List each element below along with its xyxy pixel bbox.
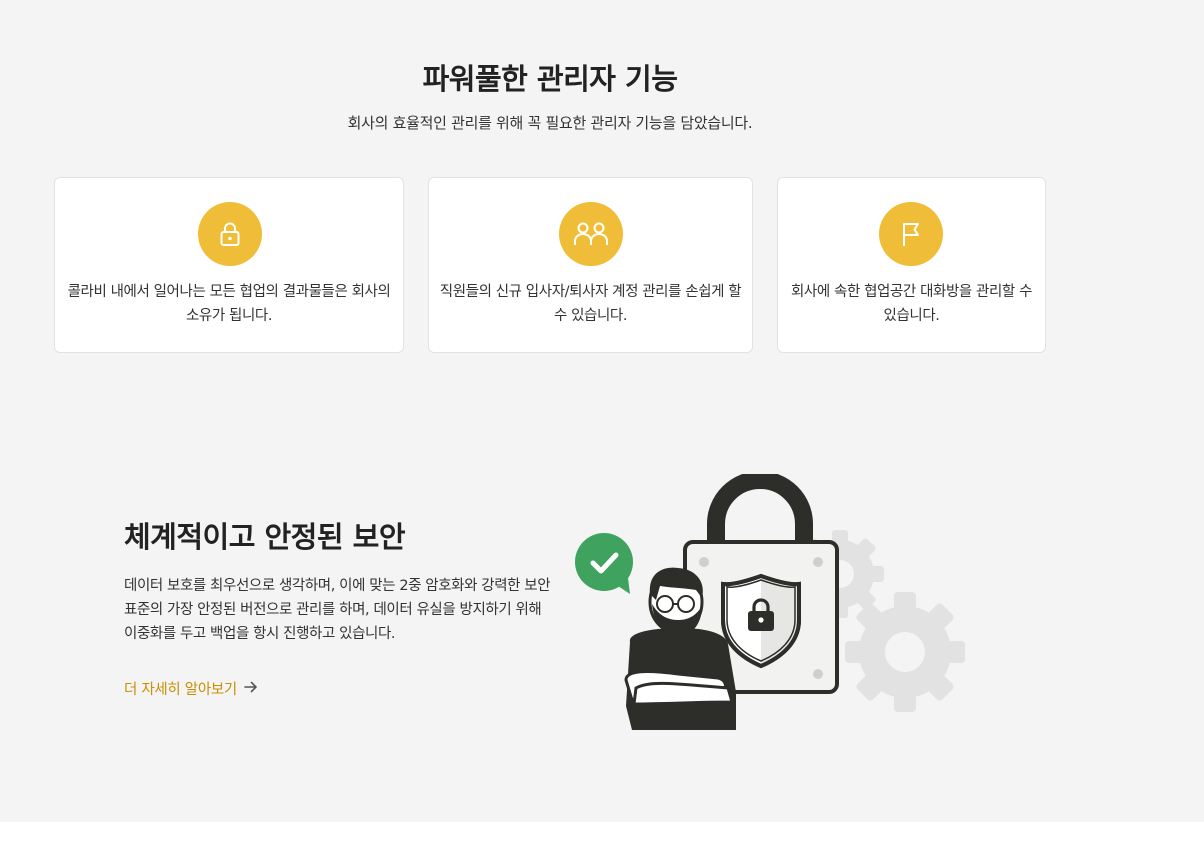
arrow-right-icon bbox=[243, 680, 259, 698]
feature-card-text: 직원들의 신규 입사자/퇴사자 계정 관리를 손쉽게 할 수 있습니다. bbox=[439, 284, 742, 324]
feature-card-text: 회사에 속한 협업공간 대화방을 관리할 수 있습니다. bbox=[790, 284, 1033, 324]
security-description: 데이터 보호를 최우선으로 생각하며, 이에 맞는 2중 암호화와 강력한 보안… bbox=[124, 578, 551, 642]
learn-more-label: 더 자세히 알아보기 bbox=[124, 682, 237, 698]
admin-features-section: 파워풀한 관리자 기능 회사의 효율적인 관리를 위해 꼭 필요한 관리자 기능… bbox=[0, 0, 1204, 822]
check-bubble-icon bbox=[575, 533, 633, 594]
users-icon bbox=[559, 202, 623, 266]
feature-card-chatrooms: 회사에 속한 협업공간 대화방을 관리할 수 있습니다. bbox=[777, 177, 1046, 353]
section-title: 파워풀한 관리자 기능 bbox=[422, 62, 678, 96]
section-subtitle: 회사의 효율적인 관리를 위해 꼭 필요한 관리자 기능을 담았습니다. bbox=[347, 114, 753, 132]
gear-icon bbox=[845, 592, 965, 712]
security-title: 체계적이고 안정된 보안 bbox=[124, 520, 406, 554]
lock-icon bbox=[198, 202, 262, 266]
feature-card-ownership: 콜라비 내에서 일어나는 모든 협업의 결과물들은 회사의 소유가 됩니다. bbox=[54, 177, 404, 353]
security-illustration bbox=[568, 471, 968, 740]
flag-icon bbox=[879, 202, 943, 266]
feature-card-text: 콜라비 내에서 일어나는 모든 협업의 결과물들은 회사의 소유가 됩니다. bbox=[67, 284, 391, 324]
feature-card-accounts: 직원들의 신규 입사자/퇴사자 계정 관리를 손쉽게 할 수 있습니다. bbox=[428, 177, 753, 353]
learn-more-link[interactable]: 더 자세히 알아보기 bbox=[124, 678, 259, 699]
